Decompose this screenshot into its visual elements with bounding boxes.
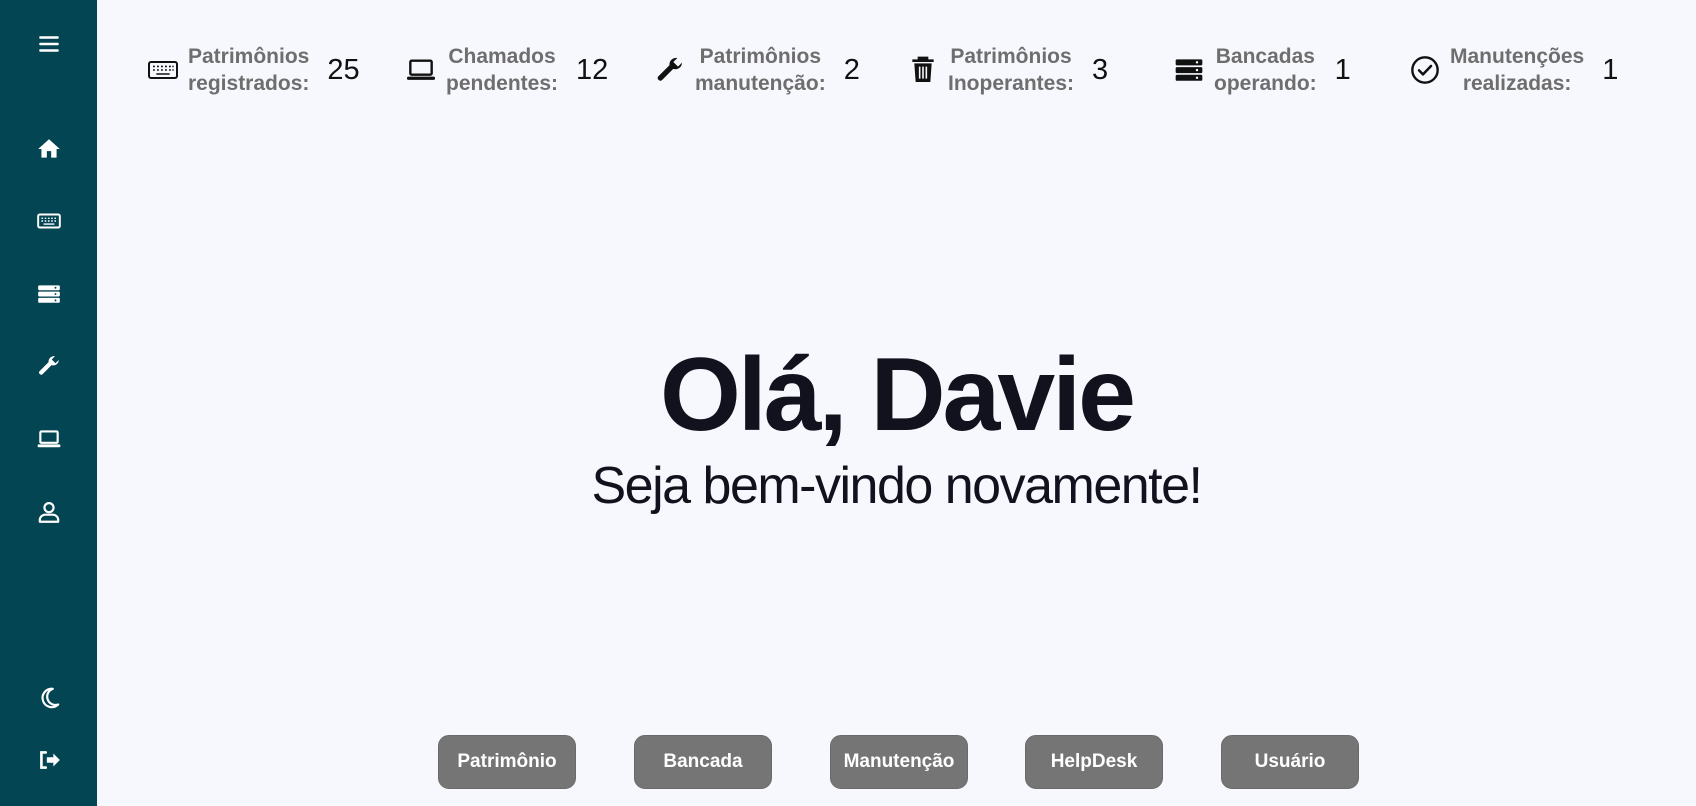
- stat-bancadas-operando: Bancadas operando: 1: [1172, 42, 1351, 98]
- sidebar-item-manutencao[interactable]: [0, 346, 97, 386]
- sidebar: [0, 0, 97, 806]
- stat-label: Patrimônios Inoperantes:: [948, 45, 1075, 95]
- stat-label: Bancadas operando:: [1214, 45, 1317, 95]
- home-icon: [37, 139, 60, 158]
- bancada-button[interactable]: Bancada: [634, 735, 772, 789]
- patrimonio-button[interactable]: Patrimônio: [438, 735, 576, 789]
- stat-value: 1: [1602, 53, 1619, 86]
- logout-button[interactable]: [0, 740, 97, 780]
- greeting-title: Olá, Davie: [660, 337, 1136, 453]
- user-icon: [38, 502, 59, 523]
- stat-value: 1: [1334, 53, 1351, 86]
- stat-patrimonios-inoperantes: Patrimônios Inoperantes: 3: [906, 42, 1108, 98]
- sidebar-item-patrimonio[interactable]: [0, 201, 97, 241]
- laptop-icon: [37, 430, 60, 448]
- stat-value: 12: [576, 53, 609, 86]
- app: Patrimônios registrados: 25 Chamados pende…: [0, 0, 1696, 806]
- stat-value: 3: [1092, 53, 1109, 86]
- sidebar-item-helpdesk[interactable]: [0, 419, 97, 459]
- helpdesk-button[interactable]: HelpDesk: [1025, 735, 1163, 789]
- sidebar-item-bancada[interactable]: [0, 274, 97, 314]
- stat-patrimonios-manutencao: Patrimônios manutenção: 2: [653, 42, 860, 98]
- wrench-icon: [38, 356, 59, 375]
- stat-patrimonios-registrados: Patrimônios registrados: 25: [146, 42, 360, 98]
- sidebar-item-usuario[interactable]: [0, 492, 97, 532]
- hamburger-icon: [38, 36, 59, 52]
- server-icon: [1172, 53, 1206, 87]
- stat-manutencoes-realizadas: Manutenções realizadas: 1: [1408, 42, 1618, 98]
- server-icon: [37, 285, 60, 303]
- stat-label: Chamados pendentes:: [446, 45, 559, 95]
- keyboard-icon: [36, 213, 61, 229]
- stat-value: 25: [327, 53, 360, 86]
- stat-label: Patrimônios registrados:: [188, 45, 310, 95]
- usuario-button[interactable]: Usuário: [1221, 735, 1359, 789]
- stat-chamados-pendentes: Chamados pendentes: 12: [404, 42, 608, 98]
- wrench-icon: [653, 53, 687, 87]
- manutencao-button[interactable]: Manutenção: [830, 735, 968, 789]
- laptop-icon: [404, 53, 438, 87]
- stat-label: Manutenções realizadas:: [1450, 45, 1585, 95]
- stat-value: 2: [843, 53, 860, 86]
- keyboard-icon: [146, 53, 180, 87]
- check-circle-icon: [1408, 53, 1442, 87]
- trash-icon: [906, 53, 940, 87]
- stat-label: Patrimônios manutenção:: [695, 45, 826, 95]
- moon-icon: [40, 687, 59, 709]
- theme-toggle-button[interactable]: [0, 678, 97, 718]
- greeting: Olá, Davie Seja bem-vindo novamente!: [97, 335, 1696, 517]
- sign-out-icon: [39, 751, 60, 769]
- menu-toggle-button[interactable]: [0, 24, 97, 64]
- greeting-subtitle: Seja bem-vindo novamente!: [591, 457, 1204, 515]
- sidebar-item-home[interactable]: [0, 129, 97, 169]
